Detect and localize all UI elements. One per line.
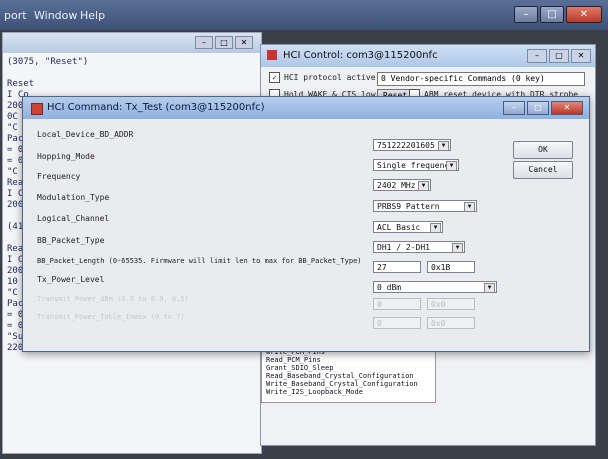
minimize-icon[interactable]: – — [527, 49, 547, 63]
hci-control-title: HCI Control: com3@115200nfc — [283, 50, 438, 61]
chevron-down-icon: ▼ — [430, 223, 441, 233]
console-line: (3075, "Reset") — [7, 57, 89, 67]
logical-channel-value: ACL Basic — [377, 223, 421, 232]
hopping-mode-select[interactable]: Single frequency ▼ — [373, 159, 459, 171]
chevron-down-icon: ▼ — [452, 243, 463, 253]
bb-packet-length-label: BB_Packet_Length (0-65535. Firmware will… — [37, 257, 362, 265]
hci-protocol-row[interactable]: ✓ HCI protocol active — [269, 72, 376, 83]
maximize-icon[interactable]: □ — [215, 36, 233, 49]
bb-packet-type-select[interactable]: DH1 / 2-DH1 ▼ — [373, 241, 465, 253]
tx-test-dialog: HCI Command: Tx_Test (com3@115200nfc) – … — [22, 96, 590, 352]
maximize-icon[interactable]: □ — [527, 101, 549, 115]
menu-window[interactable]: Window — [34, 9, 77, 22]
cancel-button[interactable]: Cancel — [513, 161, 573, 179]
bb-packet-length-input[interactable]: 27 — [373, 261, 421, 273]
tx-power-level-label: Tx_Power_Level — [37, 275, 105, 284]
local-bd-addr-select[interactable]: 751222201605 ▼ — [373, 139, 451, 151]
app-window-controls: – □ ✕ — [514, 6, 602, 23]
transmit-power-index-label: Transmit_Power_Table_Index (0 to 7) — [37, 313, 185, 321]
frequency-value: 2402 MHz — [377, 181, 416, 190]
transmit-power-index-input: 0 — [373, 317, 421, 329]
hci-protocol-checkbox[interactable]: ✓ — [269, 72, 280, 83]
list-item[interactable]: Read_PCM_Pins — [266, 356, 431, 364]
ok-button[interactable]: OK — [513, 141, 573, 159]
minimize-icon[interactable]: – — [514, 6, 538, 23]
console-titlebar: – □ ✕ — [3, 33, 261, 53]
modulation-type-select[interactable]: PRBS9 Pattern ▼ — [373, 200, 477, 212]
modulation-type-value: PRBS9 Pattern — [377, 202, 440, 211]
chevron-down-icon: ▼ — [464, 202, 475, 212]
chevron-down-icon: ▼ — [446, 161, 457, 171]
close-icon[interactable]: ✕ — [551, 101, 583, 115]
hopping-mode-label: Hopping_Mode — [37, 152, 95, 161]
local-bd-addr-label: Local_Device_BD_ADDR — [37, 130, 134, 139]
chevron-down-icon: ▼ — [418, 181, 429, 191]
tx-power-level-select[interactable]: 0 dBm ▼ — [373, 281, 497, 293]
list-item[interactable]: Write_I2S_Loopback_Mode — [266, 388, 431, 396]
transmit-power-dbm-input: 0 — [373, 298, 421, 310]
bb-packet-type-label: BB_Packet_Type — [37, 236, 105, 245]
app-icon — [267, 50, 277, 60]
dialog-title: HCI Command: Tx_Test (com3@115200nfc) — [47, 102, 265, 113]
logical-channel-label: Logical_Channel — [37, 214, 110, 223]
close-icon[interactable]: ✕ — [571, 49, 591, 63]
transmit-power-index-hex-input: 0x0 — [427, 317, 475, 329]
transmit-power-dbm-label: Transmit_Power_dBm (0.5 to 8.0, 0.5) — [37, 295, 189, 303]
menu-help[interactable]: Help — [80, 9, 105, 22]
chevron-down-icon: ▼ — [438, 141, 449, 151]
frequency-select[interactable]: 2402 MHz ▼ — [373, 179, 431, 191]
dialog-titlebar: HCI Command: Tx_Test (com3@115200nfc) – … — [23, 97, 589, 119]
maximize-icon[interactable]: □ — [549, 49, 569, 63]
transmit-power-dbm-hex-input: 0x0 — [427, 298, 475, 310]
hopping-mode-value: Single frequency — [377, 161, 455, 170]
close-icon[interactable]: ✕ — [566, 6, 602, 23]
close-icon[interactable]: ✕ — [235, 36, 253, 49]
app-icon — [31, 103, 43, 115]
modulation-type-label: Modulation_Type — [37, 193, 110, 202]
minimize-icon[interactable]: – — [503, 101, 525, 115]
tx-power-level-value: 0 dBm — [377, 283, 402, 292]
local-bd-addr-value: 751222201605 — [377, 141, 435, 150]
vendor-commands-field[interactable]: 0 Vendor-specific Commands (0 key) — [377, 72, 585, 86]
bb-packet-length-hex-input[interactable]: 0x1B — [427, 261, 475, 273]
minimize-icon[interactable]: – — [195, 36, 213, 49]
bb-packet-type-value: DH1 / 2-DH1 — [377, 243, 430, 252]
list-item[interactable]: Read_Baseband_Crystal_Configuration — [266, 372, 431, 380]
frequency-label: Frequency — [37, 172, 81, 181]
menu-port[interactable]: port — [4, 9, 27, 22]
hci-protocol-label: HCI protocol active — [284, 73, 376, 82]
logical-channel-select[interactable]: ACL Basic ▼ — [373, 221, 443, 233]
hci-control-titlebar: HCI Control: com3@115200nfc – □ ✕ — [261, 45, 595, 67]
list-item[interactable]: Grant_SDIO_Sleep — [266, 364, 431, 372]
app-menubar: port Window Help – □ ✕ — [0, 0, 608, 30]
list-item[interactable]: Write_Baseband_Crystal_Configuration — [266, 380, 431, 388]
console-line: Reset — [7, 79, 35, 89]
maximize-icon[interactable]: □ — [540, 6, 564, 23]
chevron-down-icon: ▼ — [484, 283, 495, 293]
